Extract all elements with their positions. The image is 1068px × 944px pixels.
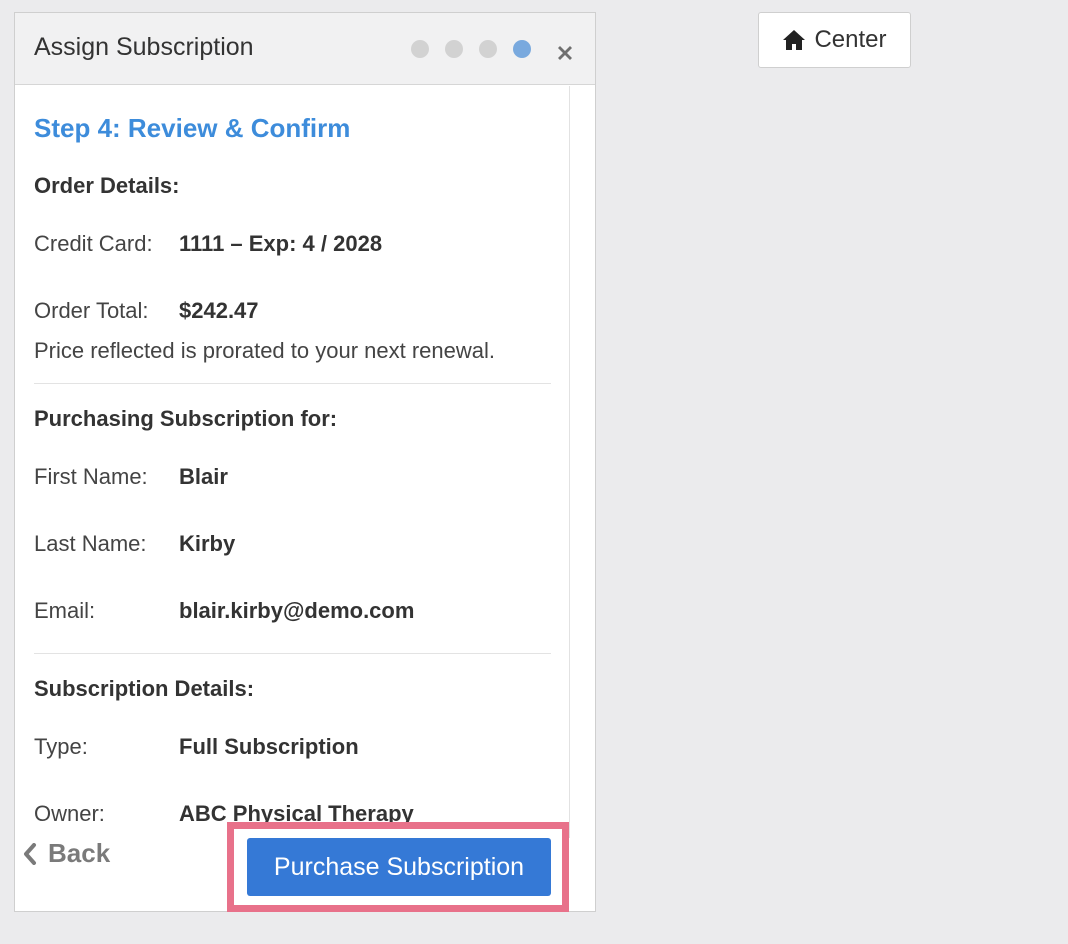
order-total-value: $242.47 [179,298,259,323]
modal-header: Assign Subscription [15,13,595,85]
step-dot-3 [479,40,497,58]
first-name-value: Blair [179,464,228,489]
divider [34,653,551,654]
step-indicator [411,40,531,58]
close-icon[interactable] [553,41,577,65]
credit-card-value: 1111 – Exp: 4 / 2028 [179,231,383,256]
order-total-label: Order Total: [34,298,149,323]
type-value: Full Subscription [179,734,359,759]
chevron-left-icon [24,842,36,865]
credit-card-label: Credit Card: [34,231,153,256]
step-dot-2 [445,40,463,58]
center-label: Center [814,26,887,53]
modal-body: Step 4: Review & Confirm Order Details: … [15,86,570,838]
prorate-note: Price reflected is prorated to your next… [34,338,496,363]
assign-subscription-modal: Assign Subscription Step 4: Review & Con… [14,12,596,912]
step-dot-1 [411,40,429,58]
owner-label: Owner: [34,801,105,826]
subscription-details-heading: Subscription Details: [34,676,255,701]
type-label: Type: [34,734,88,759]
divider [34,383,551,384]
first-name-label: First Name: [34,464,148,489]
home-icon [783,30,806,50]
step-title: Step 4: Review & Confirm [34,113,351,143]
order-details-heading: Order Details: [34,173,180,198]
back-button[interactable]: Back [22,838,110,869]
last-name-label: Last Name: [34,531,147,556]
modal-title: Assign Subscription [34,33,254,61]
purchase-subscription-button[interactable]: Purchase Subscription [247,838,551,896]
step-dot-4 [513,40,531,58]
back-label: Back [48,838,111,868]
center-button[interactable]: Center [758,12,911,68]
purchaser-heading: Purchasing Subscription for: [34,406,338,431]
email-value: blair.kirby@demo.com [179,598,415,623]
email-label: Email: [34,598,96,623]
last-name-value: Kirby [179,531,236,556]
